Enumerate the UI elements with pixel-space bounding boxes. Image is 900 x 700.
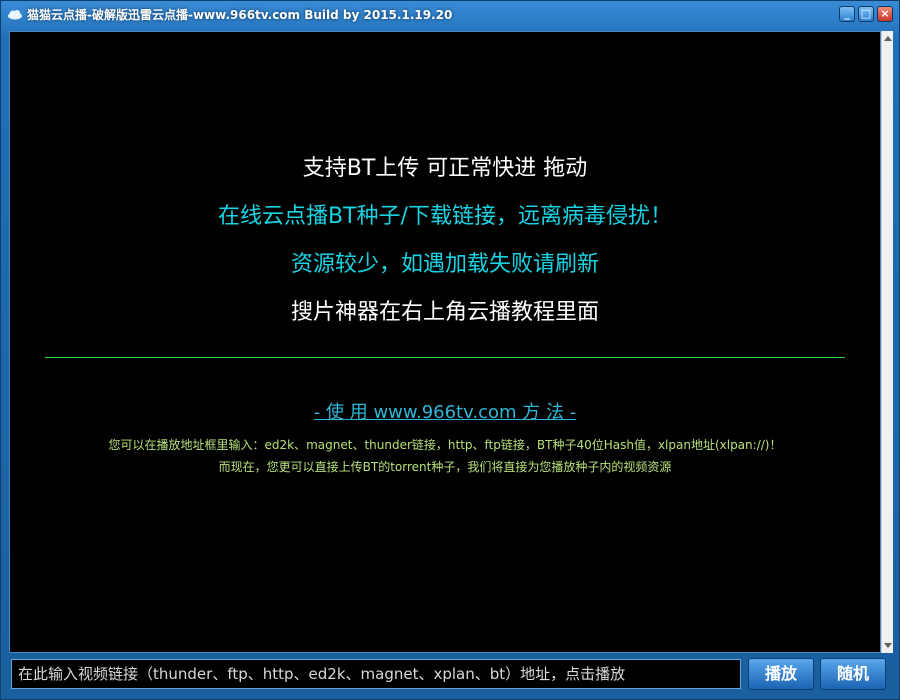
maximize-icon: □ (860, 7, 872, 20)
play-button[interactable]: 播放 (748, 658, 814, 690)
video-url-input[interactable] (11, 659, 741, 689)
scroll-up-icon[interactable] (884, 36, 892, 41)
close-icon: × (880, 7, 890, 20)
feature-line-2: 在线云点播BT种子/下载链接，远离病毒侵扰！ (218, 204, 672, 229)
maximize-button[interactable]: □ (858, 6, 874, 22)
feature-line-3: 资源较少，如遇加载失败请刷新 (290, 252, 599, 277)
window-title: 猫猫云点播-破解版迅雷云点播-www.966tv.com Build by 20… (27, 8, 453, 22)
minimize-icon: _ (844, 7, 850, 20)
divider (45, 357, 845, 358)
close-button[interactable]: × (877, 6, 893, 22)
usage-description-2: 而现在，您更可以直接上传BT的torrent种子，我们将直接为您播放种子内的视频… (218, 460, 672, 474)
usage-link[interactable]: - 使 用 www.966tv.com 方 法 - (10, 398, 880, 424)
app-window: 猫猫云点播-破解版迅雷云点播-www.966tv.com Build by 20… (0, 0, 900, 700)
vertical-scrollbar[interactable] (881, 31, 893, 653)
usage-description-1: 您可以在播放地址框里输入：ed2k、magnet、thunder链接，http、… (108, 438, 782, 452)
title-bar[interactable]: 猫猫云点播-破解版迅雷云点播-www.966tv.com Build by 20… (1, 1, 899, 29)
feature-line-4: 搜片神器在右上角云播教程里面 (290, 300, 599, 325)
random-button[interactable]: 随机 (820, 658, 886, 690)
player-area[interactable]: 支持BT上传 可正常快进 拖动 在线云点播BT种子/下载链接，远离病毒侵扰！ 资… (9, 31, 881, 653)
feature-line-1: 支持BT上传 可正常快进 拖动 (302, 156, 588, 181)
scroll-down-icon[interactable] (884, 643, 892, 648)
bottom-bar: 播放 随机 (9, 655, 893, 695)
cloud-icon (8, 10, 22, 20)
minimize-button[interactable]: _ (839, 6, 855, 22)
